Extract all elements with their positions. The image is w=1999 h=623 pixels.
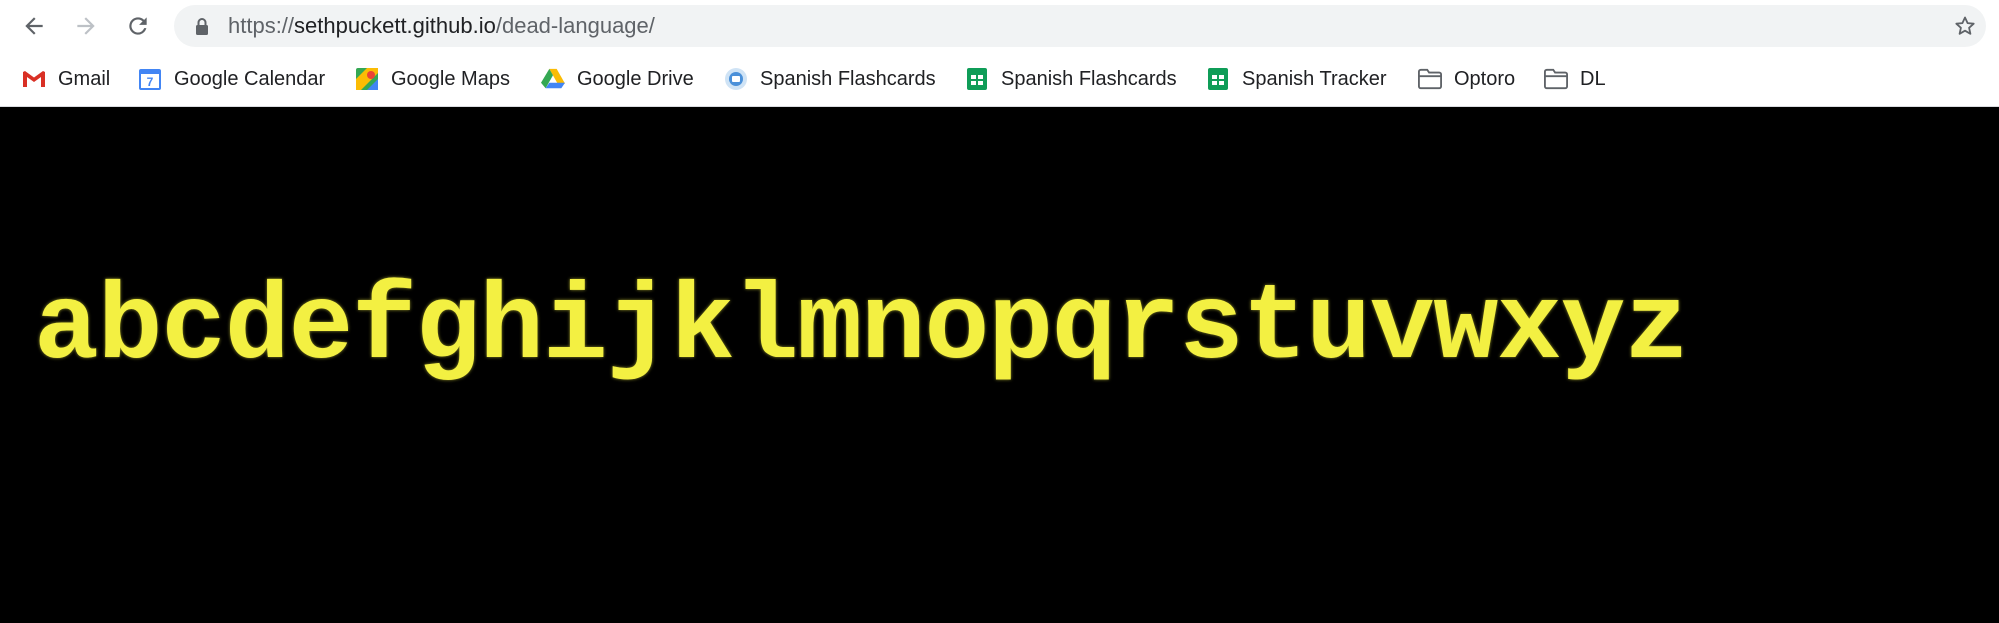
url-host: sethpuckett.github.io [294,13,496,38]
url-text[interactable]: https://sethpuckett.github.io/dead-langu… [228,15,655,37]
forward-button[interactable] [68,8,104,44]
google-drive-icon [541,67,565,91]
address-bar[interactable]: https://sethpuckett.github.io/dead-langu… [174,5,1986,47]
bookmark-label: Gmail [58,67,111,90]
bookmark-spanish-flashcards-1[interactable]: Spanish Flashcards [724,62,936,96]
google-calendar-icon: 7 [138,67,162,91]
star-icon [1955,16,1975,35]
google-sheets-icon [1206,67,1230,91]
calendar-day-number: 7 [147,75,154,89]
bookmark-label: Google Maps [391,67,510,90]
bookmark-label: Google Calendar [174,67,326,90]
arrow-left-icon [25,17,43,35]
bookmark-spanish-flashcards-2[interactable]: Spanish Flashcards [965,62,1177,96]
bookmark-google-maps[interactable]: Google Maps [355,62,510,96]
lock-icon[interactable] [194,17,210,35]
reload-icon [129,17,147,35]
folder-icon [1418,67,1442,91]
gmail-icon [22,67,46,91]
url-scheme: https:// [228,13,295,38]
back-button[interactable] [16,8,52,44]
reload-button[interactable] [120,8,156,44]
alphabet-text: abcdefghijklmnopqrstuvwxyz [34,268,1689,390]
bookmark-spanish-tracker[interactable]: Spanish Tracker [1206,62,1387,96]
bookmark-folder-optoro[interactable]: Optoro [1418,62,1515,96]
bookmark-label: Optoro [1454,67,1516,90]
folder-icon [1544,67,1568,91]
url-path: /dead-language/ [495,13,655,38]
bookmark-label: Spanish Tracker [1242,67,1387,90]
bookmark-label: Spanish Flashcards [1001,67,1177,90]
bookmark-label: Google Drive [577,67,694,90]
bookmark-star-button[interactable] [1952,13,1978,39]
google-sheets-icon [965,67,989,91]
flashcards-app-icon [724,67,748,91]
browser-toolbar: https://sethpuckett.github.io/dead-langu… [0,0,1999,52]
arrow-right-icon [77,17,95,35]
bookmark-label: DL [1580,67,1606,90]
page-content: abcdefghijklmnopqrstuvwxyz [0,107,1999,623]
bookmark-gmail[interactable]: Gmail [22,62,110,96]
google-maps-icon [355,67,379,91]
bookmark-folder-dl[interactable]: DL [1544,62,1606,96]
bookmark-label: Spanish Flashcards [760,67,936,90]
bookmark-google-drive[interactable]: Google Drive [541,62,694,96]
bookmark-google-calendar[interactable]: 7 Google Calendar [138,62,325,96]
bookmarks-bar: Gmail 7 Google Calendar Google Maps Goog… [0,52,1999,107]
